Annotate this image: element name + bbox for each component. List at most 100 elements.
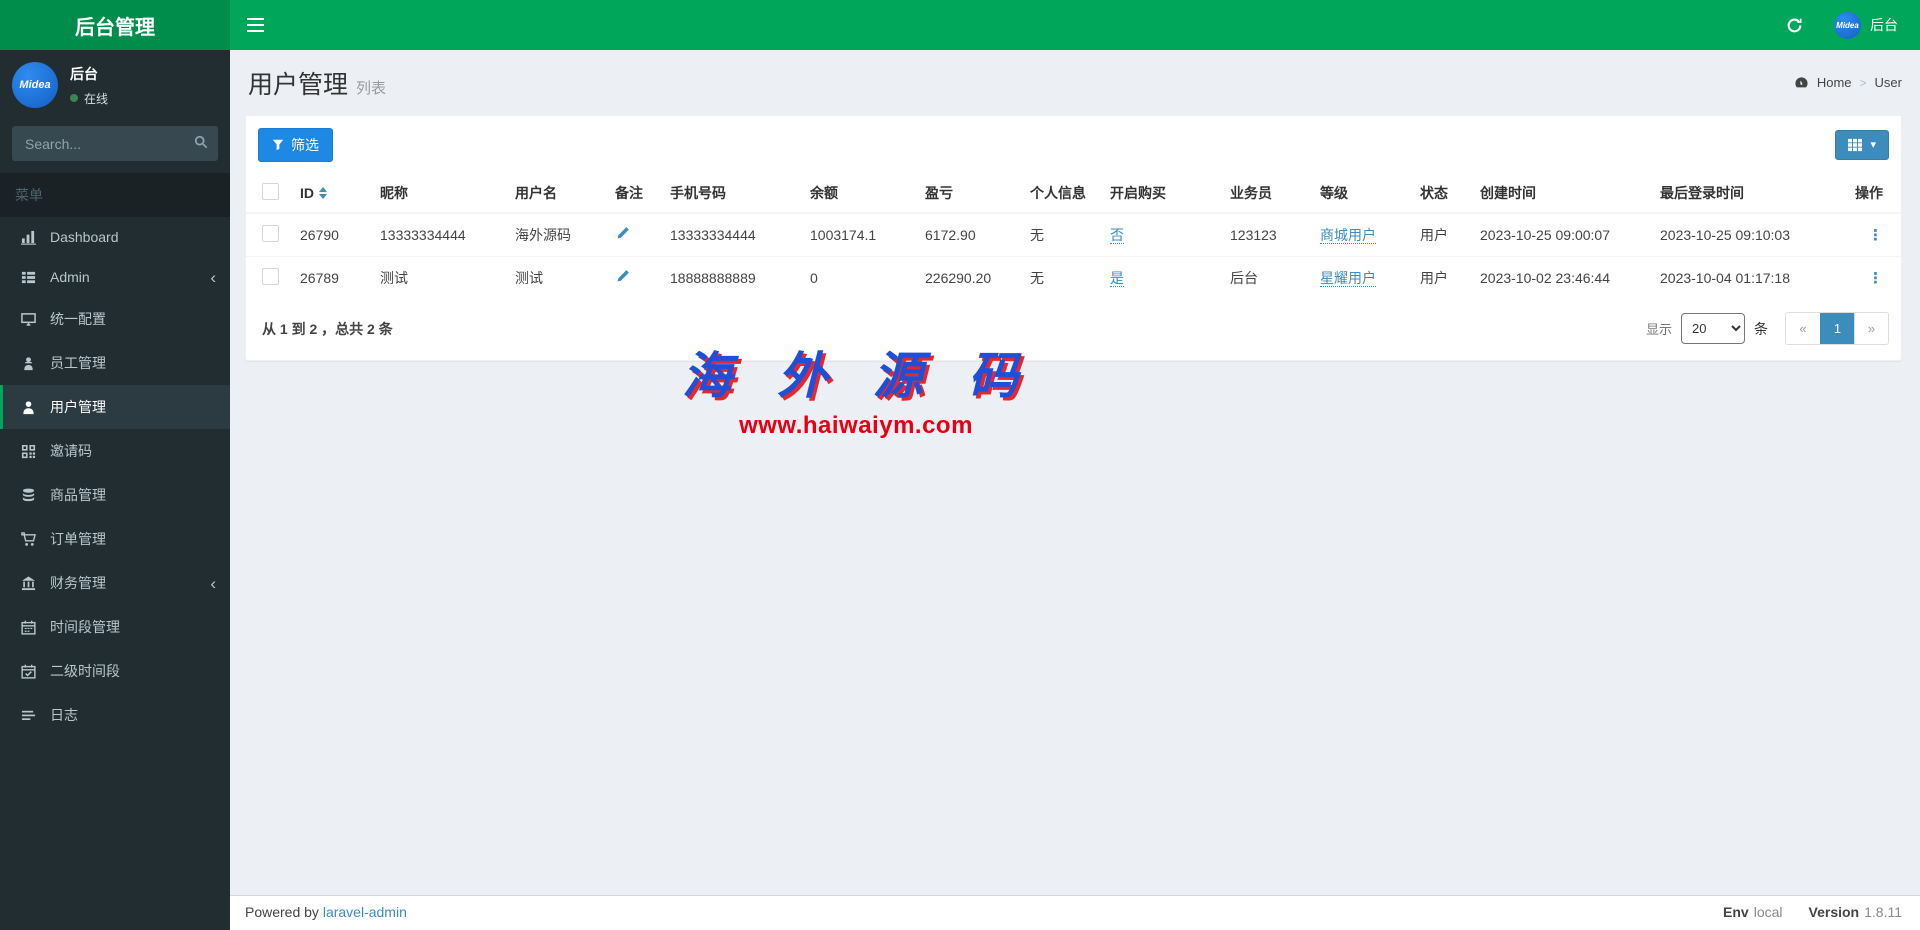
sidebar-item-products[interactable]: 商品管理 [0, 473, 230, 517]
buy-enabled-toggle[interactable]: 否 [1110, 227, 1124, 244]
online-dot-icon [70, 94, 78, 102]
env-info: Env local [1723, 904, 1783, 920]
watermark-url: www.haiwaiym.com [739, 412, 973, 439]
search-input[interactable] [12, 126, 218, 161]
page-subtitle: 列表 [356, 80, 387, 97]
sort-icon[interactable] [319, 187, 327, 199]
pagination-summary: 从 1 到 2 ，总共 2 条 [262, 320, 393, 337]
page-prev-button[interactable]: « [1786, 313, 1820, 344]
row-checkbox[interactable] [262, 268, 279, 285]
sidebar-item-finance[interactable]: 财务管理 ‹ [0, 561, 230, 605]
col-username: 用户名 [507, 174, 607, 214]
sidebar-item-logs[interactable]: 日志 [0, 693, 230, 737]
row-actions-icon[interactable]: ⋮ [1868, 270, 1883, 287]
refresh-icon[interactable] [1776, 0, 1812, 50]
content-area: 用户管理 列表 Home > User 筛选 ▾ ID 昵称 用户名 备注 手机… [230, 50, 1920, 895]
edit-remark-icon[interactable] [615, 269, 630, 284]
col-status: 状态 [1412, 174, 1472, 214]
buy-enabled-toggle[interactable]: 是 [1110, 270, 1124, 287]
col-created-at: 创建时间 [1472, 174, 1652, 214]
online-status: 在线 [70, 90, 108, 107]
user-panel: Midea 后台 在线 [0, 50, 230, 120]
table-header-row: ID 昵称 用户名 备注 手机号码 余额 盈亏 个人信息 开启购买 业务员 等级… [246, 174, 1901, 214]
col-operation: 操作 [1842, 174, 1901, 214]
col-balance: 余额 [802, 174, 917, 214]
chevron-left-icon: ‹ [210, 267, 216, 287]
sidebar-item-time-slots[interactable]: 时间段管理 [0, 605, 230, 649]
col-last-login: 最后登录时间 [1652, 174, 1842, 214]
col-profit: 盈亏 [917, 174, 1022, 214]
per-page-select[interactable]: 20 [1681, 313, 1745, 344]
avatar: Midea [1834, 11, 1861, 39]
bank-icon [18, 575, 38, 591]
breadcrumb-home[interactable]: Home [1817, 75, 1852, 90]
chevron-left-icon: ‹ [210, 573, 216, 593]
col-remark: 备注 [607, 174, 662, 214]
page-next-button[interactable]: » [1854, 313, 1888, 344]
sidebar-menu: Dashboard Admin ‹ 统一配置 员工管理 用户管理 邀请码 商品管… [0, 217, 230, 737]
sidebar-username: 后台 [70, 65, 98, 82]
menu-section-label: 菜单 [0, 173, 230, 217]
sidebar-item-users[interactable]: 用户管理 [0, 385, 230, 429]
level-link[interactable]: 商城用户 [1320, 227, 1376, 244]
laravel-admin-link[interactable]: laravel-admin [323, 904, 407, 920]
table-grid-icon [1848, 138, 1863, 152]
powered-by: Powered by laravel-admin [245, 904, 407, 920]
col-personal-info: 个人信息 [1022, 174, 1102, 214]
breadcrumb-current: User [1874, 75, 1902, 90]
dashboard-gauge-icon [1794, 75, 1809, 90]
funnel-icon [272, 139, 284, 151]
desktop-icon [18, 312, 38, 327]
col-level: 等级 [1312, 174, 1412, 214]
table-row: 26790 13333334444 海外源码 13333334444 10031… [246, 212, 1901, 257]
sidebar-item-secondary-time-slots[interactable]: 二级时间段 [0, 649, 230, 693]
sidebar: Midea 后台 在线 菜单 Dashboard Admin ‹ 统一配置 员工… [0, 50, 230, 930]
user-menu[interactable]: Midea 后台 [1834, 0, 1898, 50]
top-navbar: 后台管理 Midea 后台 [0, 0, 1920, 50]
sidebar-avatar: Midea [12, 62, 58, 108]
sidebar-item-staff[interactable]: 员工管理 [0, 341, 230, 385]
user-icon [18, 400, 38, 415]
per-page-unit: 条 [1754, 320, 1768, 337]
select-all-checkbox[interactable] [262, 183, 279, 200]
col-phone: 手机号码 [662, 174, 802, 214]
column-selector-button[interactable]: ▾ [1835, 130, 1889, 160]
col-id: ID [300, 185, 314, 201]
level-link[interactable]: 星耀用户 [1320, 270, 1376, 287]
align-left-icon [18, 708, 38, 723]
sidebar-item-dashboard[interactable]: Dashboard [0, 217, 230, 257]
main-footer: Powered by laravel-admin Env local Versio… [230, 895, 1920, 930]
sidebar-toggle-icon[interactable] [230, 0, 280, 50]
topbar-username: 后台 [1870, 17, 1898, 33]
page-title: 用户管理 [248, 71, 349, 99]
version-info: Version 1.8.11 [1808, 904, 1902, 920]
pagination: « 1 » [1785, 312, 1889, 345]
users-table: ID 昵称 用户名 备注 手机号码 余额 盈亏 个人信息 开启购买 业务员 等级… [246, 174, 1901, 299]
calendar-icon [18, 620, 38, 635]
col-buy-enabled: 开启购买 [1102, 174, 1222, 214]
edit-remark-icon[interactable] [615, 226, 630, 241]
page-title-block: 用户管理 列表 [248, 65, 386, 101]
user-secret-icon [18, 356, 38, 371]
sidebar-item-admin[interactable]: Admin ‹ [0, 257, 230, 297]
row-checkbox[interactable] [262, 225, 279, 242]
th-list-icon [18, 270, 38, 285]
sidebar-item-orders[interactable]: 订单管理 [0, 517, 230, 561]
brand-title[interactable]: 后台管理 [0, 0, 230, 50]
search-icon[interactable] [194, 135, 208, 149]
qrcode-icon [18, 444, 38, 459]
cart-icon [18, 531, 38, 547]
calendar-check-icon [18, 664, 38, 679]
breadcrumb: Home > User [1794, 75, 1902, 90]
col-nickname: 昵称 [372, 174, 507, 214]
sidebar-item-unified-config[interactable]: 统一配置 [0, 297, 230, 341]
database-icon [18, 488, 38, 503]
page-number-button[interactable]: 1 [1820, 313, 1854, 344]
filter-button[interactable]: 筛选 [258, 128, 333, 162]
sidebar-item-invite-code[interactable]: 邀请码 [0, 429, 230, 473]
row-actions-icon[interactable]: ⋮ [1868, 227, 1883, 244]
col-salesman: 业务员 [1222, 174, 1312, 214]
bar-chart-icon [18, 230, 38, 245]
caret-down-icon: ▾ [1870, 138, 1876, 151]
table-row: 26789 测试 测试 18888888889 0 226290.20 无 是 … [246, 256, 1901, 299]
